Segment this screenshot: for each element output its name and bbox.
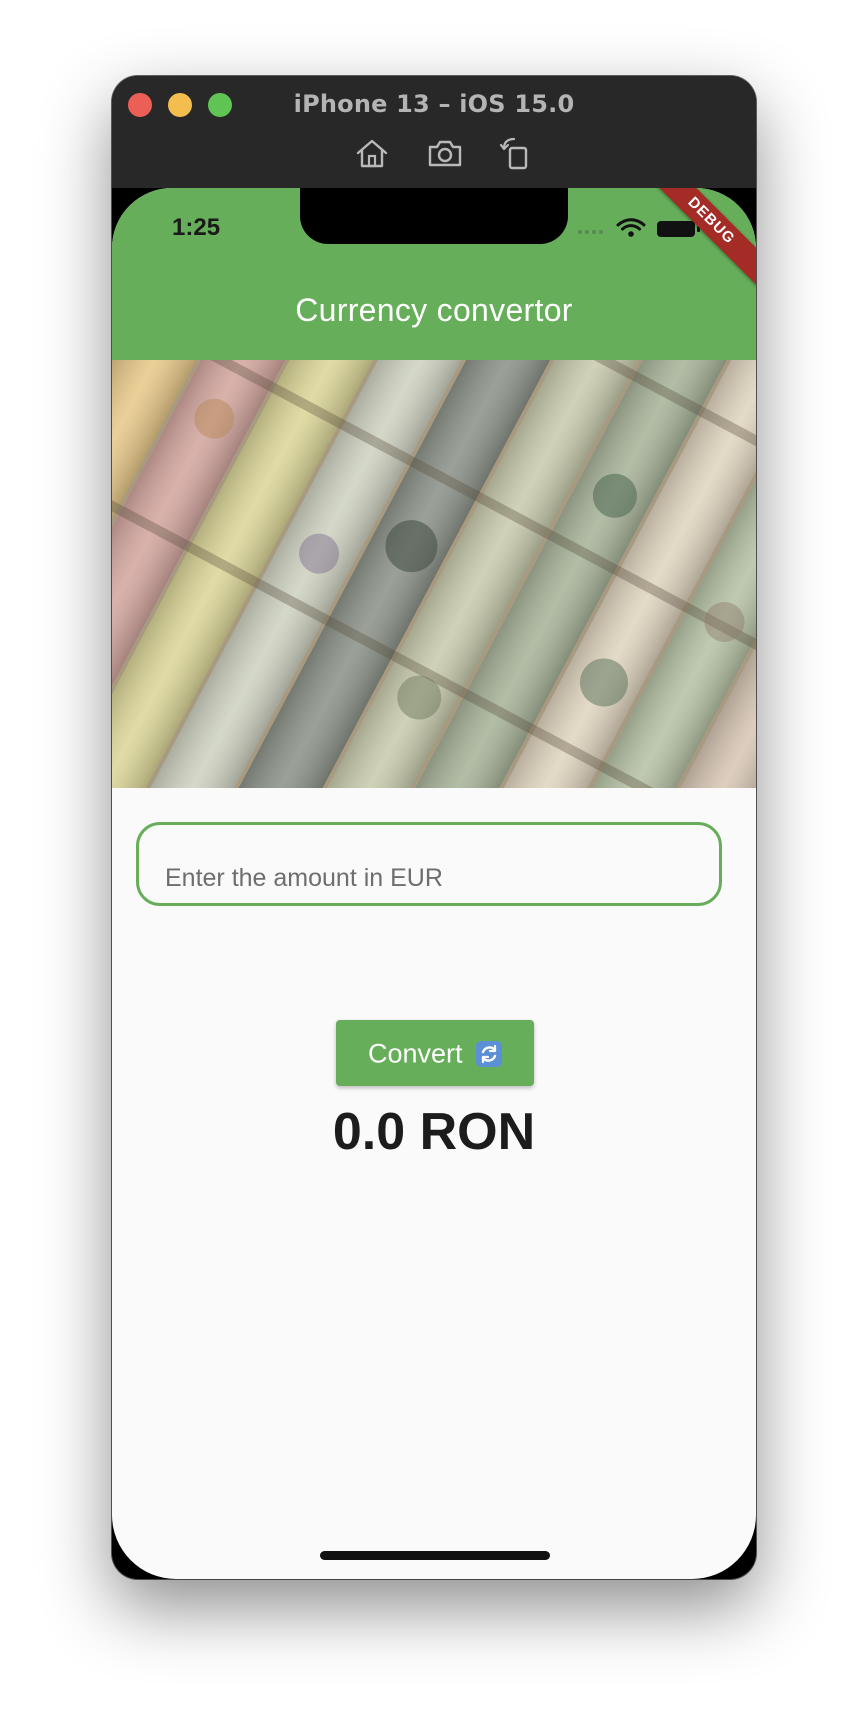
window-title: iPhone 13 – iOS 15.0 — [293, 90, 575, 118]
refresh-icon — [476, 1040, 503, 1067]
device-notch — [300, 188, 568, 244]
banknotes-image — [112, 360, 756, 788]
cellular-signal-icon — [578, 230, 603, 234]
amount-field[interactable] — [136, 822, 722, 906]
convert-button[interactable]: Convert — [336, 1020, 534, 1086]
amount-input[interactable] — [165, 861, 685, 895]
banknotes-photo-icon — [112, 360, 756, 788]
screenshot-icon[interactable] — [427, 136, 463, 170]
home-icon[interactable] — [354, 136, 390, 170]
simulator-titlebar: iPhone 13 – iOS 15.0 — [112, 76, 756, 188]
app-bar: 1:25 Currency convertor — [112, 188, 756, 360]
simulator-window: iPhone 13 – iOS 15.0 1:25 Currency conve… — [112, 76, 756, 1579]
wifi-icon — [616, 218, 646, 237]
conversion-result: 0.0 RON — [332, 1103, 536, 1161]
device-screen: 1:25 Currency convertor DEBUG Enter the … — [112, 188, 756, 1579]
rotate-icon[interactable] — [498, 136, 534, 170]
app-title: Currency convertor — [295, 292, 573, 328]
convert-button-label: Convert — [367, 1038, 463, 1069]
home-indicator[interactable] — [320, 1551, 550, 1560]
status-time: 1:25 — [172, 214, 221, 241]
battery-icon — [657, 221, 700, 237]
